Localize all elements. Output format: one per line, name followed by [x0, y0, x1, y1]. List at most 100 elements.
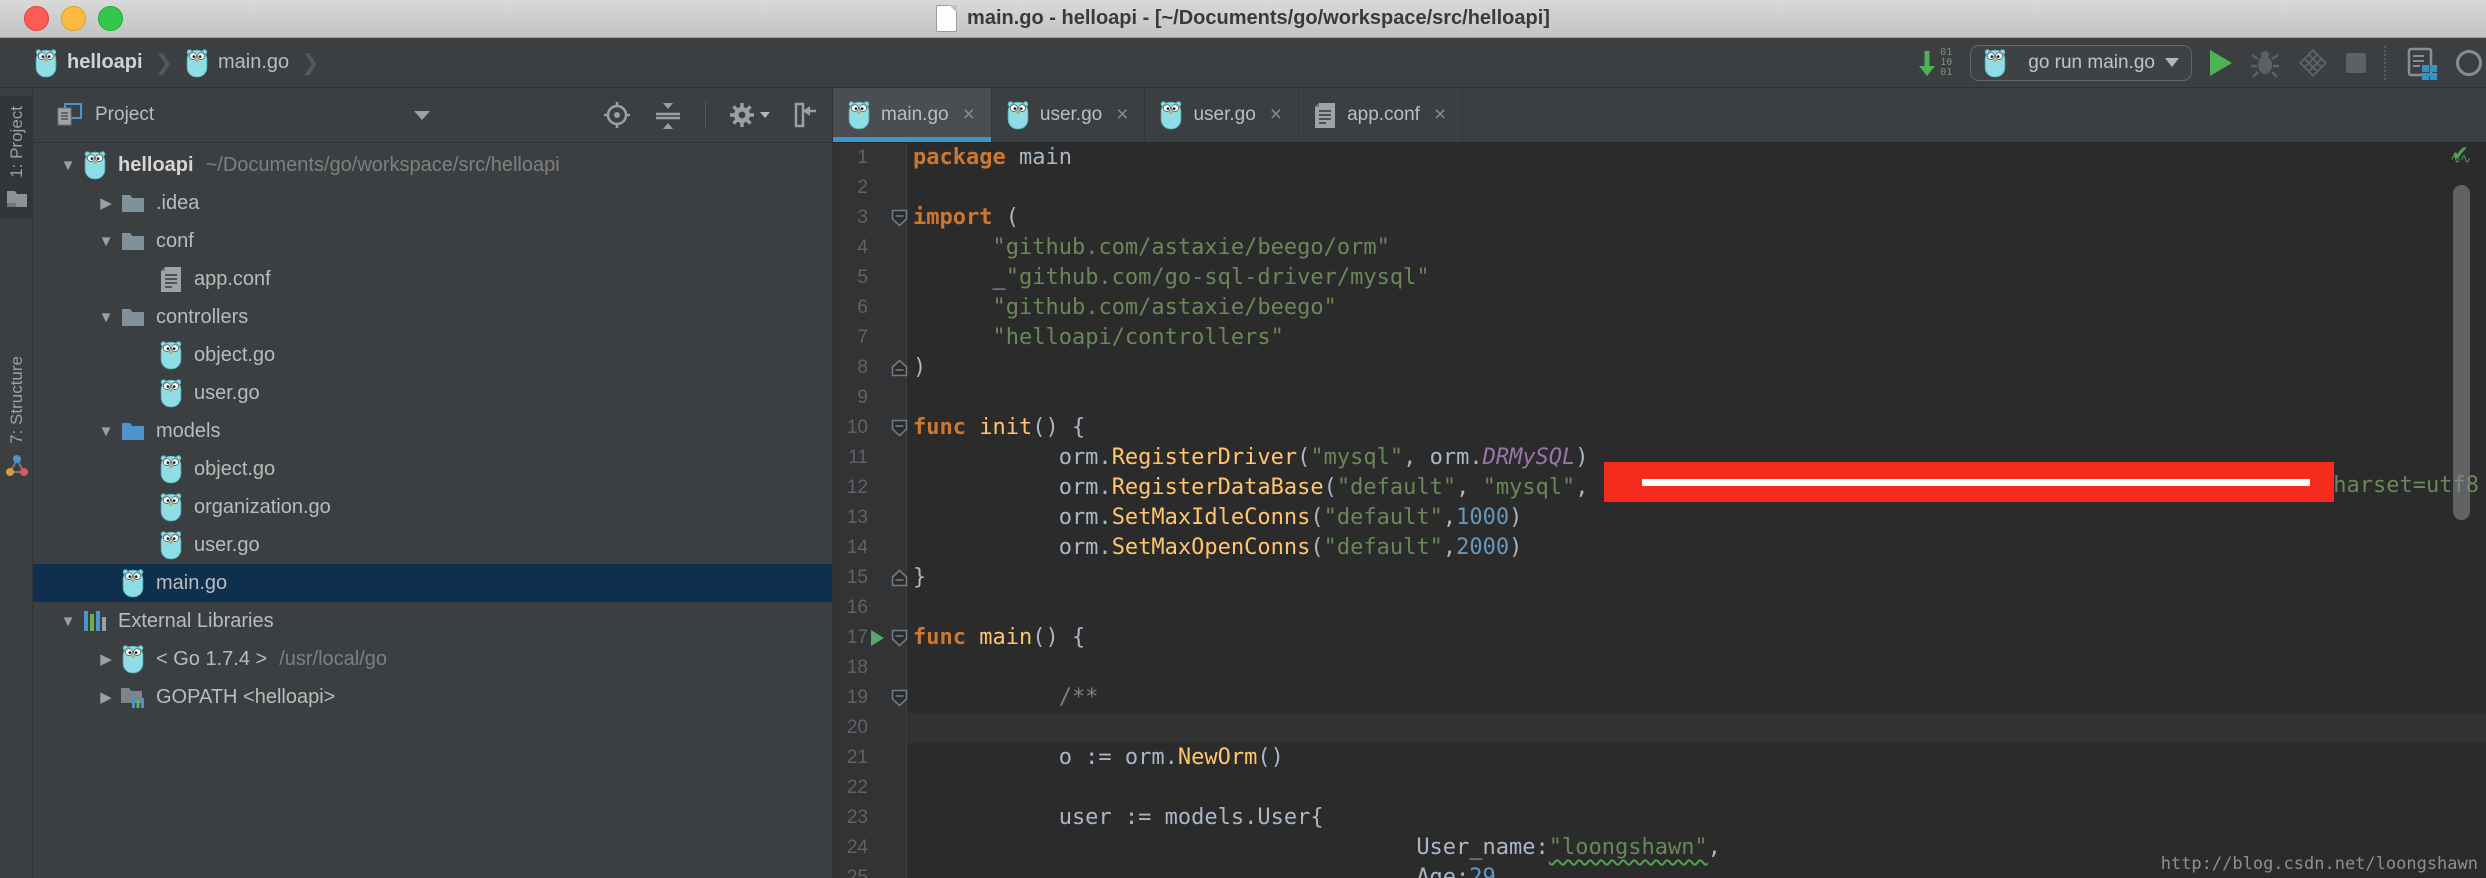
run-button[interactable]: [2210, 50, 2232, 76]
sidebar-tab-project[interactable]: 1: Project: [0, 96, 33, 218]
tree-item-object.go[interactable]: object.go: [33, 336, 832, 374]
editor-gutter: 9: [833, 383, 907, 413]
hide-panel-button[interactable]: [792, 101, 818, 129]
gopher-icon: [847, 100, 871, 130]
line-number: 23: [847, 807, 868, 829]
editor-tab-user.go[interactable]: user.go ×: [992, 88, 1146, 142]
redaction-strike-line: [1642, 479, 2310, 486]
locate-file-button[interactable]: [603, 101, 631, 129]
vcs-update-widget[interactable]: 011001: [1917, 48, 1952, 78]
run-line-marker-icon[interactable]: [871, 630, 884, 646]
gopath-folder-icon: [120, 685, 146, 709]
close-tab-icon[interactable]: ×: [1434, 103, 1446, 127]
tree-collapsed-chevron-icon[interactable]: ▶: [93, 688, 119, 706]
line-number: 10: [847, 417, 868, 439]
stop-button[interactable]: [2346, 53, 2366, 73]
project-panel-title: Project: [95, 104, 154, 126]
tree-expanded-chevron-icon[interactable]: ▼: [93, 233, 119, 250]
tree-item-label: app.conf: [194, 268, 271, 291]
tree-collapsed-chevron-icon[interactable]: ▶: [93, 194, 119, 212]
tree-item-gopath-helloapi-[interactable]: ▶GOPATH <helloapi>: [33, 678, 832, 716]
sidebar-tab-structure[interactable]: 7: Structure: [0, 346, 33, 488]
line-number: 16: [847, 597, 868, 619]
fold-marker-icon[interactable]: [891, 629, 908, 647]
vcs-digits: 011001: [1940, 48, 1952, 78]
gopher-icon: [81, 151, 109, 179]
tree-item-controllers[interactable]: ▼controllers: [33, 298, 832, 336]
line-number: 3: [857, 207, 868, 229]
line-number: 5: [857, 267, 868, 289]
collapse-all-button[interactable]: [653, 101, 683, 129]
tree-item-helloapi[interactable]: ▼helloapi~/Documents/go/workspace/src/he…: [33, 146, 832, 184]
gopher-icon: [847, 101, 871, 129]
line-number: 15: [847, 567, 868, 589]
fold-marker-icon[interactable]: [891, 689, 908, 707]
folder-icon: [119, 303, 147, 331]
project-tab-label: 1: Project: [7, 106, 27, 178]
close-tab-icon[interactable]: ×: [1116, 103, 1128, 127]
code-editor[interactable]: 1package main23import (4 "github.com/ast…: [833, 143, 2486, 878]
tree-expanded-chevron-icon[interactable]: ▼: [93, 423, 119, 440]
gopher-icon: [159, 454, 183, 484]
tree-expanded-chevron-icon[interactable]: ▼: [55, 613, 81, 630]
line-number: 6: [857, 297, 868, 319]
chevron-down-icon[interactable]: [414, 111, 430, 120]
window-title: main.go - helloapi - [~/Documents/go/wor…: [967, 7, 1550, 30]
gopath-icon: [119, 683, 147, 711]
editor-gutter: 24: [833, 833, 907, 863]
redaction-bar: [1604, 462, 2334, 502]
tree-item-external-libraries[interactable]: ▼External Libraries: [33, 602, 832, 640]
search-everywhere-button[interactable]: [2456, 50, 2482, 76]
tree-item--go-1.7.4-[interactable]: ▶< Go 1.7.4 >/usr/local/go: [33, 640, 832, 678]
code-line-20: 20: [833, 713, 2486, 743]
inspection-ok-icon[interactable]: ✔∿∿: [2450, 145, 2470, 167]
run-with-coverage-button[interactable]: [2298, 48, 2328, 78]
tree-collapsed-chevron-icon[interactable]: ▶: [93, 650, 119, 668]
tree-item-object.go[interactable]: object.go: [33, 450, 832, 488]
code-text: ): [907, 353, 926, 383]
code-text: "helloapi/controllers": [907, 323, 1284, 353]
tree-item-main.go[interactable]: main.go: [33, 564, 832, 602]
editor-gutter: 6: [833, 293, 907, 323]
structure-tab-label: 7: Structure: [7, 356, 27, 444]
editor-gutter: 3: [833, 203, 907, 233]
left-tool-window-strip: 1: Project 7: Structure: [0, 88, 33, 878]
tree-item-user.go[interactable]: user.go: [33, 374, 832, 412]
editor-gutter: 4: [833, 233, 907, 263]
editor-tab-app.conf[interactable]: app.conf ×: [1299, 88, 1463, 142]
code-line-5: 5 _"github.com/go-sql-driver/mysql": [833, 263, 2486, 293]
close-tab-icon[interactable]: ×: [963, 103, 975, 127]
debug-button[interactable]: [2250, 48, 2280, 78]
tree-expanded-chevron-icon[interactable]: ▼: [93, 309, 119, 326]
editor-tab-user.go[interactable]: user.go×: [1145, 88, 1299, 142]
folder-icon: [121, 307, 145, 327]
tree-item-.idea[interactable]: ▶.idea: [33, 184, 832, 222]
editor-tab-label: app.conf: [1347, 104, 1420, 126]
tree-item-organization.go[interactable]: organization.go: [33, 488, 832, 526]
line-number: 7: [857, 327, 868, 349]
tree-item-label: object.go: [194, 344, 275, 367]
tree-item-user.go[interactable]: user.go: [33, 526, 832, 564]
panel-settings-button[interactable]: [728, 101, 770, 129]
tree-item-models[interactable]: ▼models: [33, 412, 832, 450]
breadcrumb-item-main.go[interactable]: main.go: [181, 46, 293, 80]
editor-tab-label: user.go: [1040, 104, 1102, 126]
editor-scrollbar-thumb[interactable]: [2453, 185, 2470, 520]
fold-marker-icon[interactable]: [891, 569, 908, 587]
tree-item-conf[interactable]: ▼conf: [33, 222, 832, 260]
fold-marker-icon[interactable]: [891, 419, 908, 437]
fold-marker-icon[interactable]: [891, 209, 908, 227]
tree-item-app.conf[interactable]: app.conf: [33, 260, 832, 298]
editor-gutter: 20: [833, 713, 907, 743]
run-configuration-select[interactable]: go run main.go: [1970, 45, 2192, 81]
close-tab-icon[interactable]: ×: [1270, 103, 1282, 127]
editor-tab-main.go[interactable]: main.go×: [833, 88, 992, 142]
gopher-icon: [159, 530, 183, 560]
fold-marker-icon[interactable]: [891, 359, 908, 377]
line-number: 8: [857, 357, 868, 379]
tree-expanded-chevron-icon[interactable]: ▼: [55, 157, 81, 174]
gopher-icon: [83, 150, 107, 180]
breadcrumb-item-helloapi[interactable]: helloapi: [30, 46, 147, 80]
editor-gutter: 13: [833, 503, 907, 533]
tool-windows-button[interactable]: [2404, 46, 2438, 80]
